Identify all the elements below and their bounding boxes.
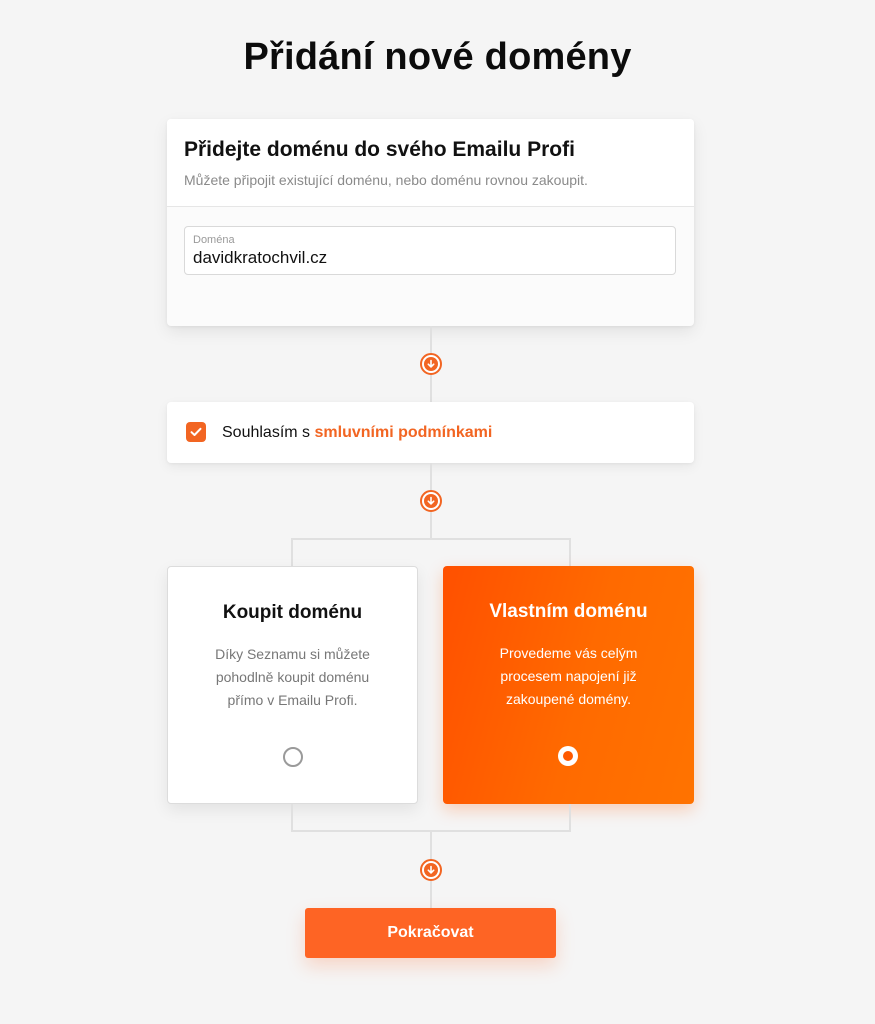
- option-own-title: Vlastním doménu: [489, 601, 648, 622]
- option-buy-radio[interactable]: [283, 747, 303, 767]
- domain-field-label: Doména: [193, 234, 235, 246]
- step-arrow-icon: [420, 490, 442, 512]
- checkmark-icon: [190, 427, 202, 436]
- page-title: Přidání nové domény: [243, 36, 632, 78]
- domain-card: Přidejte doménu do svého Emailu Profi Mů…: [167, 119, 694, 326]
- domain-field[interactable]: Doména: [184, 226, 676, 275]
- connector-line: [569, 804, 571, 832]
- domain-card-subtitle: Můžete připojit existující doménu, nebo …: [184, 172, 588, 188]
- option-own-domain[interactable]: Vlastním doménu Provedeme vás celým proc…: [443, 566, 694, 804]
- option-own-radio[interactable]: [558, 746, 578, 766]
- radio-dot: [563, 751, 573, 761]
- terms-card: Souhlasím s smluvními podmínkami: [167, 402, 694, 463]
- domain-card-heading: Přidejte doménu do svého Emailu Profi: [184, 138, 575, 161]
- domain-card-header: Přidejte doménu do svého Emailu Profi Mů…: [167, 119, 694, 207]
- terms-checkbox[interactable]: [186, 422, 206, 442]
- step-arrow-icon: [420, 859, 442, 881]
- step-arrow-icon: [420, 353, 442, 375]
- option-own-description: Provedeme vás celým procesem napojení ji…: [499, 645, 638, 707]
- option-buy-description: Díky Seznamu si můžete pohodlně koupit d…: [215, 646, 370, 708]
- option-buy-title: Koupit doménu: [222, 602, 363, 623]
- connector-line: [569, 538, 571, 566]
- continue-button[interactable]: Pokračovat: [305, 908, 556, 958]
- option-buy-domain[interactable]: Koupit doménu Díky Seznamu si můžete poh…: [167, 566, 418, 804]
- connector-line: [291, 538, 293, 566]
- domain-input[interactable]: [193, 248, 663, 268]
- terms-text: Souhlasím s: [222, 424, 311, 441]
- terms-label: Souhlasím s smluvními podmínkami: [222, 424, 492, 442]
- connector-line: [291, 538, 571, 540]
- connector-line: [291, 804, 293, 832]
- terms-link[interactable]: smluvními podmínkami: [315, 424, 493, 441]
